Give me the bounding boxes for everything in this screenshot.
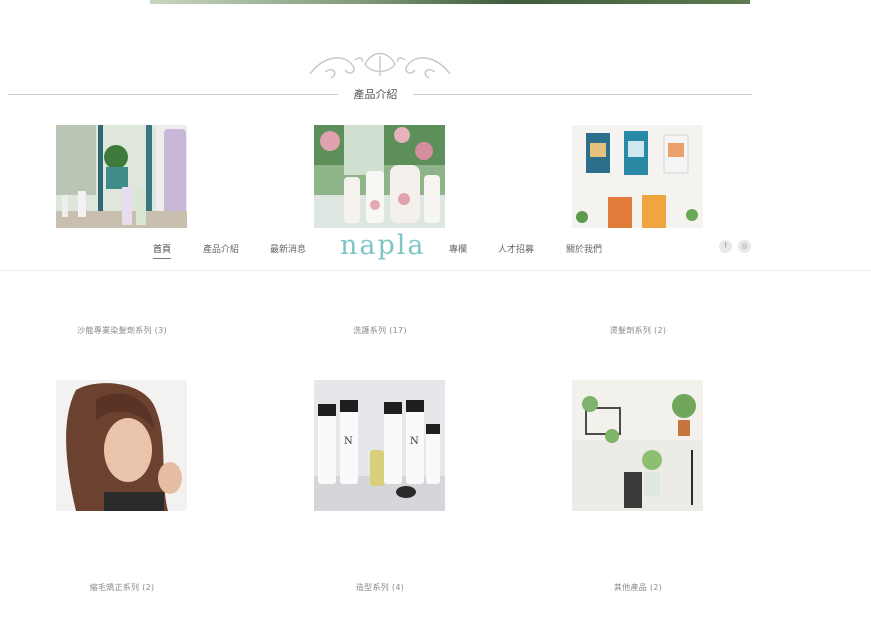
product-caption[interactable]: 造型系列 (4) — [280, 582, 480, 593]
product-caption[interactable]: 其他產品 (2) — [538, 582, 738, 593]
product-image-other[interactable] — [572, 380, 703, 511]
facebook-icon[interactable]: f — [719, 240, 732, 253]
product-image-styling[interactable]: N N — [314, 380, 445, 511]
product-caption[interactable]: 燙髮劑系列 (2) — [538, 325, 738, 336]
product-image-straightening[interactable] — [56, 380, 187, 511]
divider-right — [413, 94, 752, 95]
product-image-perm[interactable] — [572, 125, 703, 228]
nav-item-news[interactable]: 最新消息 — [270, 242, 306, 255]
nav-item-careers[interactable]: 人才招募 — [498, 242, 534, 255]
product-image-shampoo[interactable] — [314, 125, 445, 228]
divider-left — [8, 94, 338, 95]
hero-banner-bottom — [150, 0, 750, 4]
product-image-hair-color[interactable] — [56, 125, 187, 228]
product-caption[interactable]: 沙龍專業染髮劑系列 (3) — [22, 325, 222, 336]
product-caption[interactable]: 洗護系列 (17) — [280, 325, 480, 336]
section-title: 產品介紹 — [353, 88, 398, 101]
section-heading: 產品介紹 — [8, 84, 752, 104]
nav-item-home[interactable]: 首頁 — [153, 242, 172, 259]
brand-logo[interactable]: napla — [340, 230, 426, 261]
main-navbar: 首頁 產品介紹 最新消息 napla 專欄 人才招募 關於我們 f ◎ — [0, 228, 871, 271]
nav-item-column[interactable]: 專欄 — [449, 242, 467, 255]
svg-text:N: N — [410, 436, 419, 447]
svg-text:N: N — [344, 436, 353, 447]
nav-item-about[interactable]: 關於我們 — [566, 242, 602, 255]
decorative-flourish-icon — [309, 52, 451, 79]
instagram-icon[interactable]: ◎ — [738, 240, 751, 253]
product-caption[interactable]: 縮毛矯正系列 (2) — [22, 582, 222, 593]
nav-item-products[interactable]: 產品介紹 — [203, 242, 239, 255]
